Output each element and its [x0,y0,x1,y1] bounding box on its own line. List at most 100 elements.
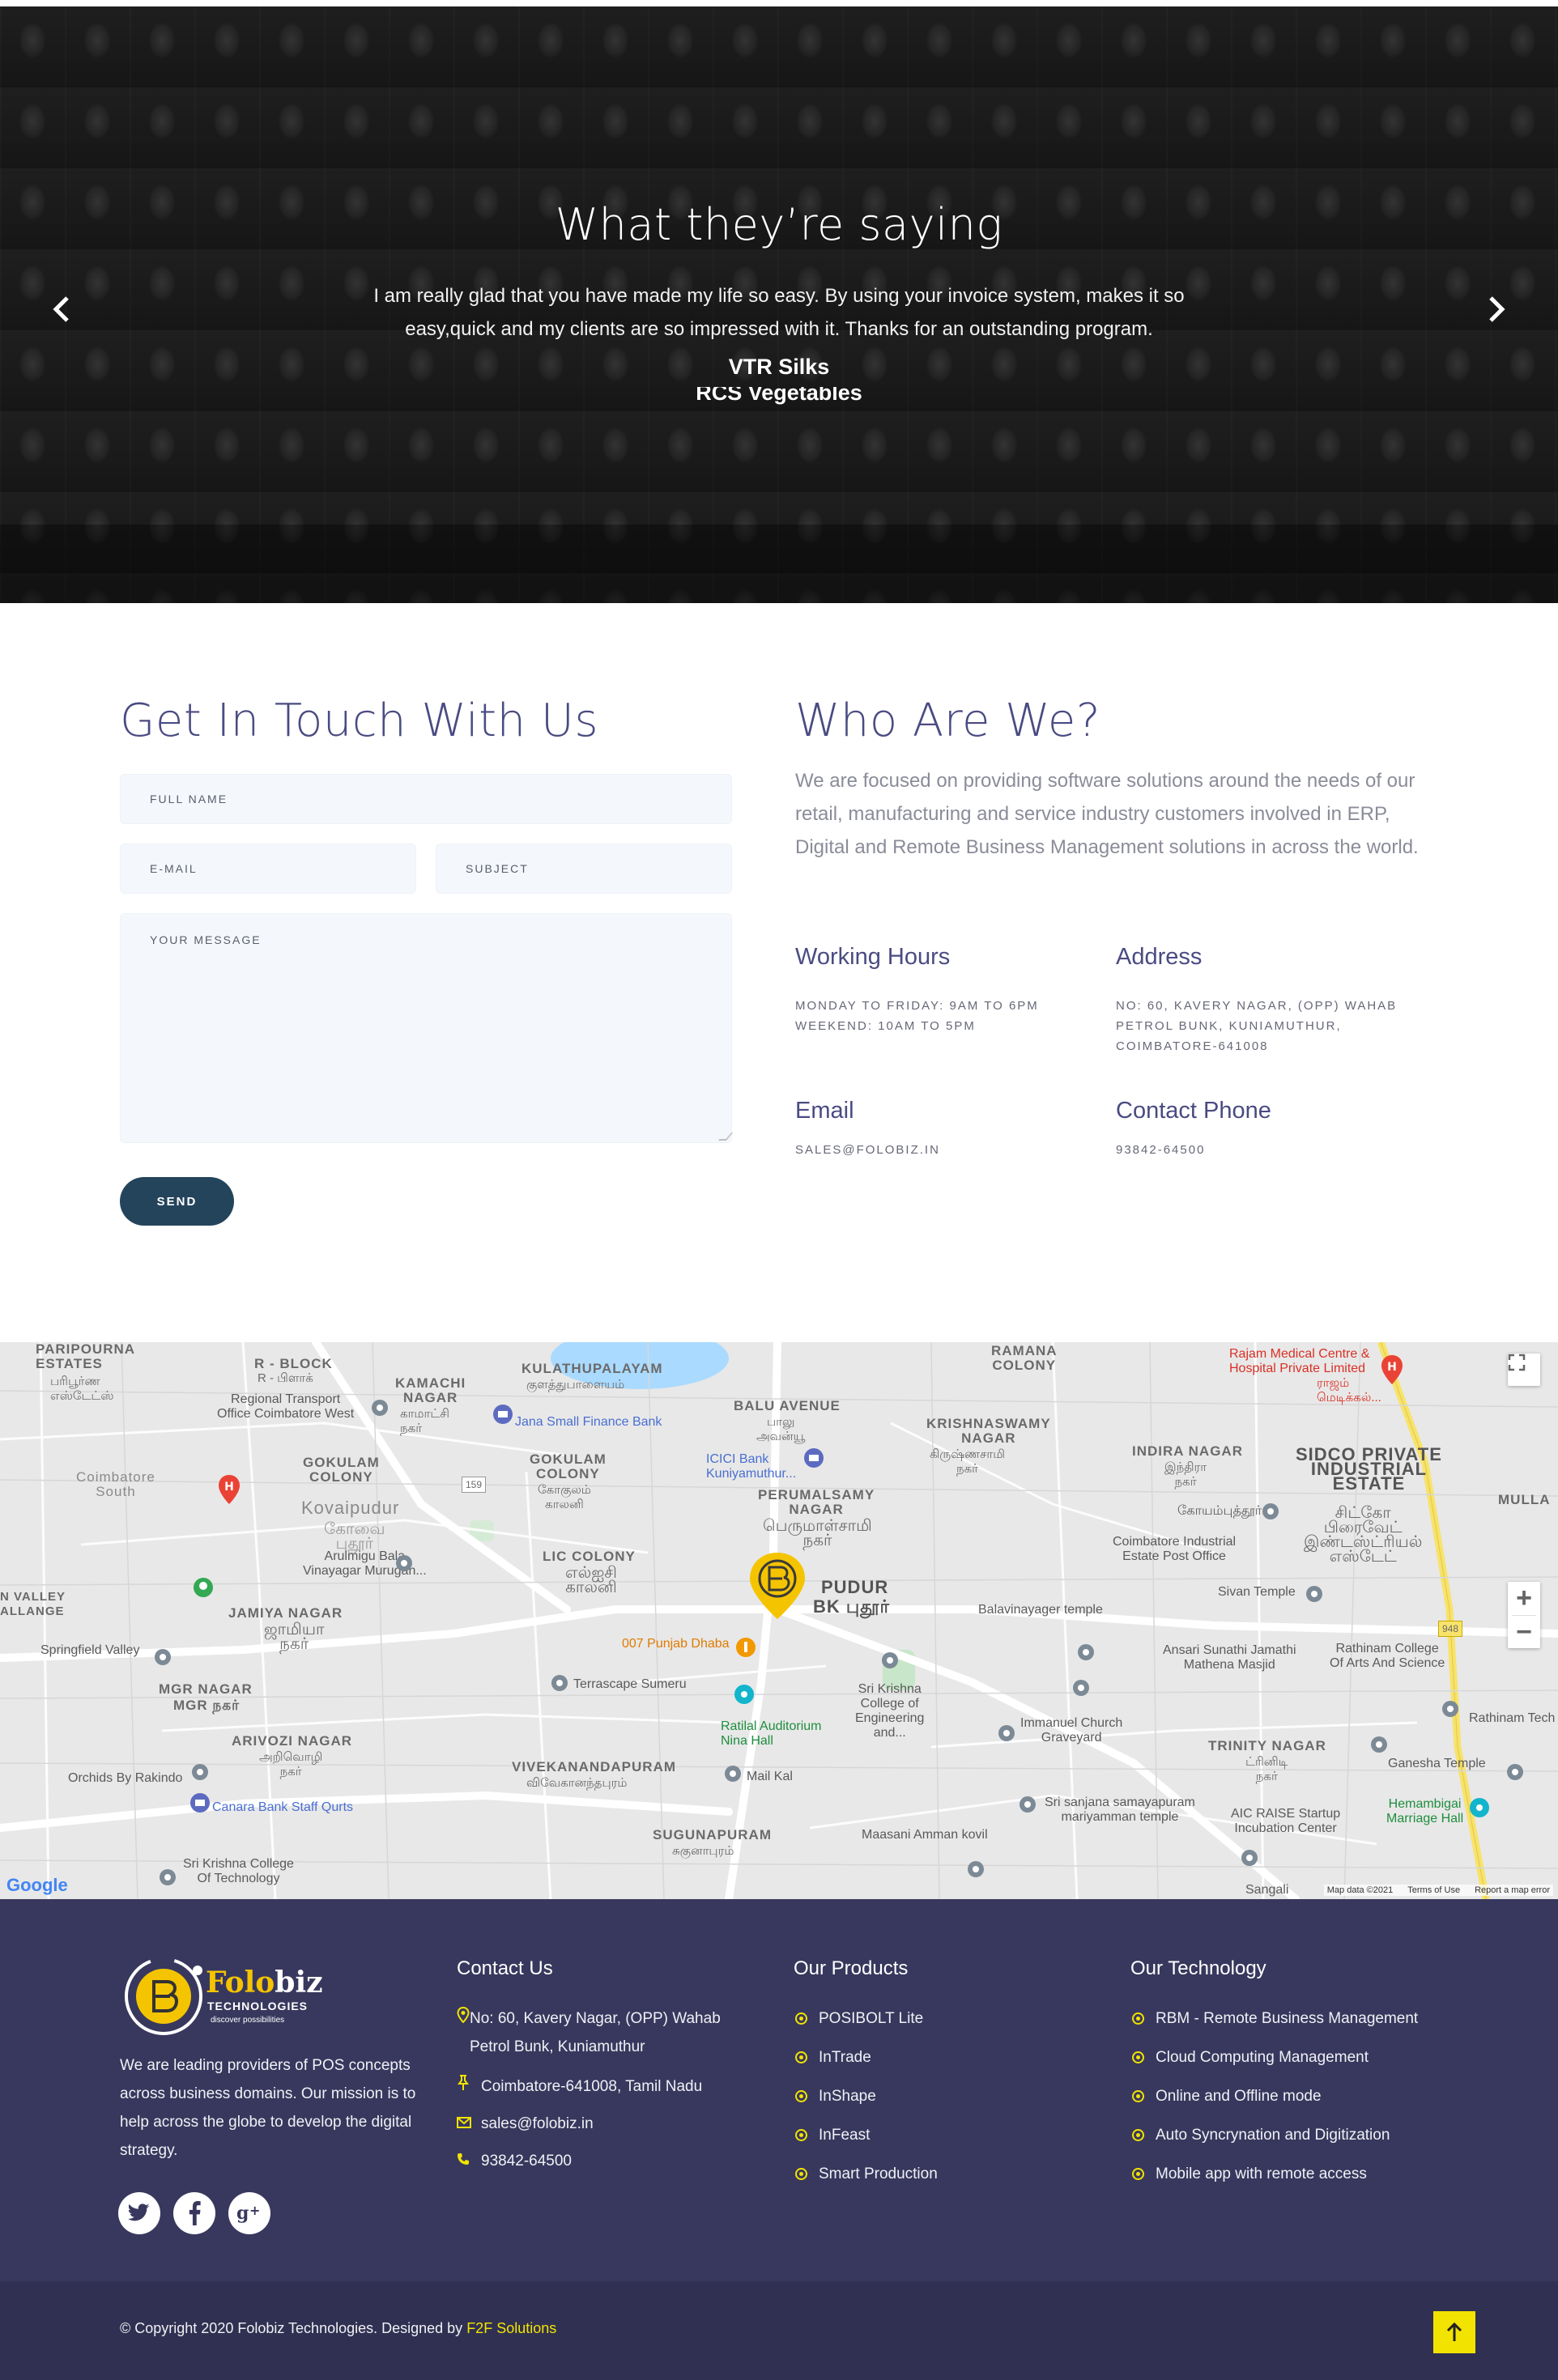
map-data-text: Map data ©2021 [1326,1885,1394,1895]
send-button[interactable]: SEND [120,1177,234,1226]
aic-pin-icon[interactable] [1241,1849,1258,1870]
technology-label[interactable]: RBM - Remote Business Management [1156,2004,1418,2033]
church-pin-icon[interactable] [998,1724,1015,1745]
temple-pin-icon[interactable] [395,1554,413,1575]
sanjana-temple-pin-icon[interactable] [1019,1796,1037,1817]
auditorium-pin-icon[interactable] [734,1684,755,1708]
park-pin-icon[interactable] [193,1577,214,1601]
bank-pin-icon-canara[interactable] [189,1792,211,1817]
fullscreen-icon[interactable] [1508,1354,1540,1386]
technology-link[interactable]: Online and Offline mode [1132,2082,1322,2110]
working-hours-title: Working Hours [795,944,951,970]
springfield-pin-icon[interactable] [154,1648,172,1669]
svg-text:H: H [224,1481,234,1494]
technology-link[interactable]: Mobile app with remote access [1132,2160,1367,2188]
product-label[interactable]: POSIBOLT Lite [819,2004,923,2033]
office-pin-icon[interactable] [371,1399,389,1420]
product-link[interactable]: Smart Production [795,2160,938,2188]
chevron-left-icon[interactable] [44,291,79,327]
google-map[interactable]: PARIPOURNA ESTATES பரிபூர்ண எஸ்டேட்ஸ் R … [0,1342,1558,1899]
subject-input[interactable]: SUBJECT [436,844,732,894]
designer-link[interactable]: F2F Solutions [466,2320,556,2336]
map-label-bk-pudur: BK புதூர் [813,1596,890,1617]
ganesha-pin-icon[interactable] [1370,1736,1388,1757]
map-label-ganesha: Ganesha Temple [1388,1757,1486,1770]
map-label-coimbatore-industrial: Coimbatore Industrial Estate Post Office [1113,1535,1237,1563]
technology-link[interactable]: Auto Syncrynation and Digitization [1132,2121,1390,2149]
bank-pin-icon[interactable] [492,1404,513,1428]
envelope-icon [457,2110,471,2138]
resize-handle-icon[interactable] [717,1133,734,1141]
zoom-out-button[interactable]: − [1508,1616,1540,1648]
chevron-right-icon[interactable] [1479,291,1514,327]
ganesha-temple-pin-icon[interactable] [1506,1763,1524,1784]
full-name-input[interactable]: FULL NAME [120,774,732,824]
footer-technology-title: Our Technology [1130,1957,1266,1979]
technology-label[interactable]: Auto Syncrynation and Digitization [1156,2121,1390,2149]
product-label[interactable]: InFeast [819,2121,870,2149]
product-label[interactable]: InTrade [819,2043,871,2072]
technology-label[interactable]: Cloud Computing Management [1156,2043,1369,2072]
zoom-in-button[interactable]: + [1508,1582,1540,1615]
bullet-icon [795,2051,807,2063]
brand-name-part2: biz [275,1966,323,2000]
product-link[interactable]: InShape [795,2082,876,2110]
bank-pin-icon-icici[interactable] [803,1447,824,1472]
arrow-up-icon[interactable] [1433,2311,1475,2353]
folobiz-location-marker-icon[interactable] [745,1549,810,1622]
sri-krishna-tech-pin-icon[interactable] [159,1868,177,1889]
google-plus-icon[interactable]: g + [228,2192,270,2234]
bullet-icon [1132,2129,1144,2141]
mail-kal-pin-icon[interactable] [724,1765,742,1786]
map-label-ramana: RAMANA COLONY [991,1343,1058,1373]
sivan-temple-pin-icon[interactable] [1305,1585,1323,1606]
hospital-pin-icon-rajam[interactable]: H [1380,1354,1404,1386]
technology-link[interactable]: RBM - Remote Business Management [1132,2004,1418,2033]
map-label-gokulam-colony: GOKULAM COLONY [530,1451,607,1481]
about-heading: Who Are We? [795,695,1101,747]
map-label-r-block-ta: R - பிளாக் [258,1371,313,1385]
terms-link[interactable]: Terms of Use [1407,1885,1460,1895]
technology-label[interactable]: Mobile app with remote access [1156,2160,1367,2188]
technology-label[interactable]: Online and Offline mode [1156,2082,1322,2110]
map-label-sangali: Sangali [1245,1883,1289,1897]
footer-email[interactable]: sales@folobiz.in [457,2110,594,2138]
restaurant-pin-icon[interactable] [735,1637,756,1661]
map-label-mgr-nagar-ta: MGR நகர் [173,1698,241,1713]
post-office-pin-icon[interactable] [1262,1502,1279,1524]
full-name-placeholder: FULL NAME [150,793,228,805]
product-label[interactable]: Smart Production [819,2160,938,2188]
hall-pin-icon[interactable] [1469,1797,1490,1821]
product-link[interactable]: POSIBOLT Lite [795,2004,923,2033]
map-label-n-valley: N VALLEY ALLANGE [0,1590,66,1618]
google-logo[interactable]: Google [6,1875,68,1896]
technology-link[interactable]: Cloud Computing Management [1132,2043,1369,2072]
folobiz-logo[interactable]: Folobiz TECHNOLOGIES discover possibilit… [120,1951,323,2040]
twitter-icon[interactable] [118,2192,160,2234]
map-label-jana-bank: Jana Small Finance Bank [515,1415,662,1429]
message-textarea[interactable]: YOUR MESSAGE [120,913,734,1143]
footer-phone[interactable]: 93842-64500 [457,2147,572,2175]
product-link[interactable]: InTrade [795,2043,871,2072]
orchids-pin-icon[interactable] [191,1763,209,1784]
masjid-pin-icon[interactable] [1072,1679,1090,1700]
rathinam-tech-pin-icon[interactable] [1441,1700,1459,1721]
balavinayager-pin-icon[interactable] [1077,1643,1095,1664]
working-hours-weekday: MONDAY TO FRIDAY: 9AM TO 6PM [795,999,1039,1013]
email-input[interactable]: E-MAIL [120,844,416,894]
footer-email-text[interactable]: sales@folobiz.in [481,2110,594,2138]
map-label-kamachi: KAMACHI NAGAR [395,1375,466,1405]
college-pin-icon[interactable] [881,1651,899,1672]
terrascape-pin-icon[interactable] [551,1674,568,1695]
product-label[interactable]: InShape [819,2082,876,2110]
product-link[interactable]: InFeast [795,2121,870,2149]
hospital-pin-icon[interactable]: H [217,1473,241,1506]
map-label-immanuel: Immanuel Church Graveyard [1020,1716,1123,1745]
map-label-lic-colony-ta: எல்ஐசி காலனி [565,1564,617,1596]
map-label-kovaipudur-ta: கோவை புதூர் [324,1520,385,1553]
maasani-pin-icon[interactable] [967,1860,985,1881]
facebook-icon[interactable] [173,2192,215,2234]
footer-phone-text[interactable]: 93842-64500 [481,2147,572,2175]
report-error-link[interactable]: Report a map error [1475,1885,1550,1895]
map-label-sidco: SIDCO PRIVATE INDUSTRIAL ESTATE [1296,1444,1442,1494]
